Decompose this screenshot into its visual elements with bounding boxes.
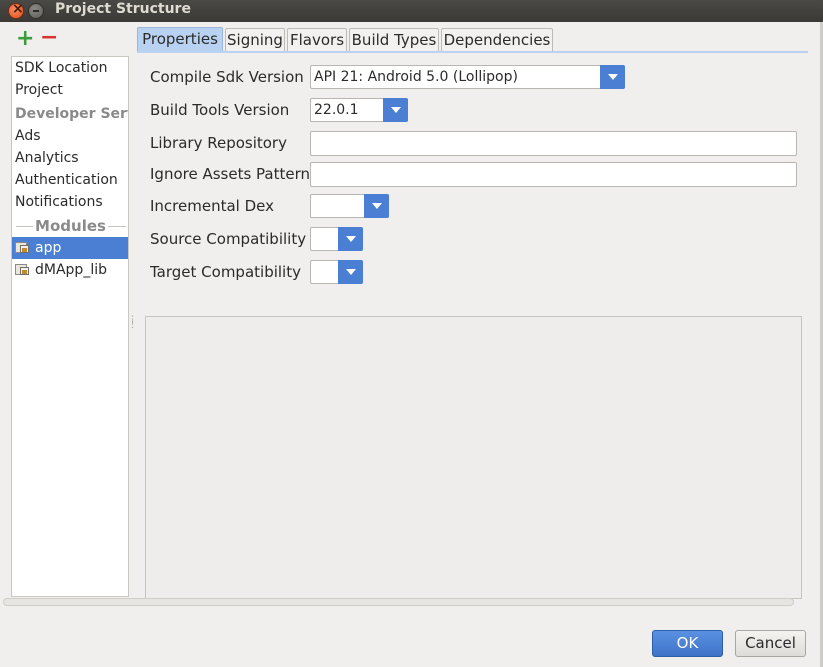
compile-sdk-label: Compile Sdk Version (150, 68, 304, 86)
close-window-icon[interactable] (8, 1, 24, 19)
sidebar-item-project[interactable]: Project (12, 79, 128, 101)
chevron-down-icon (338, 260, 363, 284)
remove-icon[interactable]: − (40, 27, 58, 49)
build-tools-label: Build Tools Version (150, 101, 290, 119)
source-compatibility-dropdown[interactable] (310, 227, 363, 251)
chevron-down-icon (364, 194, 389, 218)
tab-build-types[interactable]: Build Types (349, 28, 439, 52)
target-compatibility-label: Target Compatibility (150, 263, 301, 281)
incremental-dex-label: Incremental Dex (150, 197, 274, 215)
sidebar-item-sdk-location[interactable]: SDK Location (12, 57, 128, 79)
window-title: Project Structure (55, 1, 191, 17)
sidebar-item-authentication[interactable]: Authentication (12, 169, 128, 191)
tab-properties[interactable]: Properties (137, 27, 223, 52)
cancel-button[interactable]: Cancel (735, 630, 806, 657)
build-tools-value: 22.0.1 (314, 102, 359, 118)
tab-flavors[interactable]: Flavors (287, 28, 347, 52)
module-icon (15, 240, 31, 254)
details-panel (145, 316, 802, 599)
ok-button[interactable]: OK (652, 630, 723, 657)
incremental-dex-dropdown[interactable] (310, 194, 389, 218)
ignore-assets-label: Ignore Assets Pattern (150, 165, 311, 183)
title-bar: Project Structure (0, 0, 823, 22)
sidebar-item-ads[interactable]: Ads (12, 125, 128, 147)
chevron-down-icon (338, 227, 363, 251)
sidebar-item-analytics[interactable]: Analytics (12, 147, 128, 169)
sidebar-item-module-dmapp-lib[interactable]: dMApp_lib (12, 259, 128, 281)
compile-sdk-value: API 21: Android 5.0 (Lollipop) (314, 69, 518, 85)
modules-header: Modules (33, 217, 108, 235)
splitter-handle[interactable]: ⋮ ⋮ (128, 316, 137, 332)
tab-underline (137, 51, 808, 53)
sidebar-item-module-app[interactable]: app (12, 237, 128, 259)
chevron-down-icon (383, 98, 408, 122)
module-label: app (35, 240, 62, 256)
target-compatibility-dropdown[interactable] (310, 260, 363, 284)
chevron-down-icon (600, 65, 625, 89)
library-repository-field[interactable] (310, 131, 797, 156)
modules-separator: Modules (12, 215, 128, 237)
sidebar-list: SDK Location Project Developer Services … (11, 56, 129, 597)
horizontal-scrollbar[interactable] (3, 598, 794, 606)
sidebar-item-notifications[interactable]: Notifications (12, 191, 128, 213)
library-repository-label: Library Repository (150, 134, 287, 152)
tab-dependencies[interactable]: Dependencies (441, 28, 553, 52)
tab-signing[interactable]: Signing (225, 28, 285, 52)
compile-sdk-dropdown[interactable]: API 21: Android 5.0 (Lollipop) (310, 65, 625, 89)
add-icon[interactable]: + (16, 28, 34, 50)
ignore-assets-field[interactable] (310, 162, 797, 187)
minimize-window-icon[interactable] (28, 3, 44, 19)
module-label: dMApp_lib (35, 262, 107, 278)
module-icon (15, 262, 31, 276)
build-tools-dropdown[interactable]: 22.0.1 (310, 98, 408, 122)
sidebar-section-developer-services: Developer Services (15, 106, 128, 122)
source-compatibility-label: Source Compatibility (150, 230, 307, 248)
